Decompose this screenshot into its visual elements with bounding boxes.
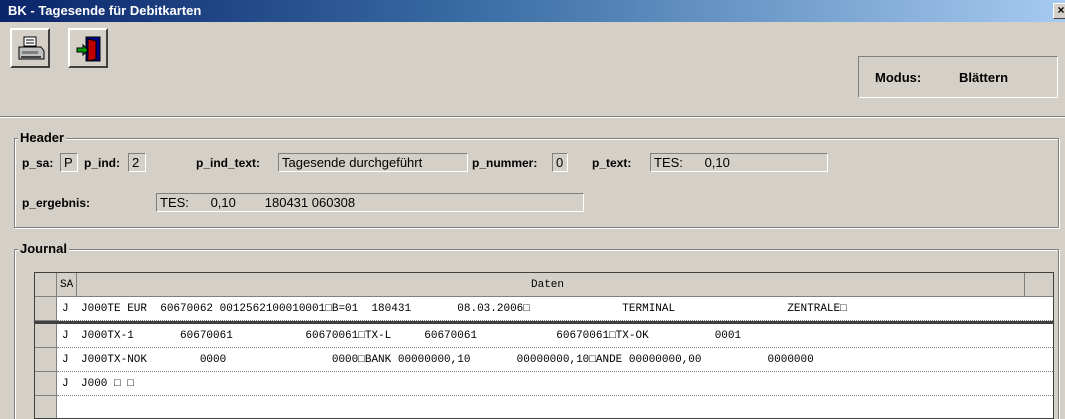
p-nummer-field[interactable]: 0: [552, 153, 568, 172]
row-daten: J000 □ □: [81, 378, 134, 390]
p-ind-text-label: p_ind_text:: [196, 156, 261, 170]
table-row[interactable]: J J000 □ □: [57, 372, 1053, 396]
grid-corner: [35, 273, 57, 297]
modus-panel: Modus: Blättern: [858, 56, 1058, 98]
row-selector[interactable]: [35, 324, 57, 348]
p-ind-text-field[interactable]: Tagesende durchgeführt: [278, 153, 468, 172]
exit-button[interactable]: [68, 28, 108, 68]
p-sa-field[interactable]: P: [60, 153, 78, 172]
journal-grid[interactable]: SA Daten J J000TE EUR 60670062 001256210…: [34, 272, 1054, 419]
column-header-sa-label: SA: [60, 279, 74, 291]
row-sa: J: [62, 354, 69, 366]
window-title: BK - Tagesende für Debitkarten: [8, 3, 202, 18]
exit-door-icon: [76, 36, 101, 62]
row-selector[interactable]: [35, 348, 57, 372]
row-selector[interactable]: [35, 396, 57, 418]
modus-value: Blättern: [959, 70, 1009, 85]
toolbar-divider: [0, 116, 1065, 118]
p-text-field[interactable]: TES: 0,10: [650, 153, 828, 172]
header-group: [14, 138, 1059, 228]
p-ind-field[interactable]: 2: [128, 153, 146, 172]
table-row[interactable]: J J000TX-NOK 0000 0000□BANK 00000000,10 …: [57, 348, 1053, 372]
row-sa: J: [62, 330, 69, 342]
header-group-title: Header: [18, 130, 67, 145]
print-button[interactable]: [10, 28, 50, 68]
column-header-sa[interactable]: SA: [57, 273, 77, 297]
close-button[interactable]: ×: [1053, 3, 1065, 19]
row-sa: J: [62, 378, 69, 390]
p-ergebnis-label: p_ergebnis:: [22, 196, 91, 210]
table-row[interactable]: [57, 396, 1053, 418]
row-daten: J000TE EUR 60670062 0012562100010001□B=0…: [81, 303, 847, 315]
column-header-filler: [1025, 273, 1053, 297]
table-row[interactable]: J J000TE EUR 60670062 0012562100010001□B…: [57, 297, 1053, 321]
p-sa-label: p_sa:: [22, 156, 54, 170]
row-daten: J000TX-NOK 0000 0000□BANK 00000000,10 00…: [81, 354, 814, 366]
column-header-daten-label: Daten: [531, 279, 565, 291]
p-text-label: p_text:: [592, 156, 632, 170]
p-ergebnis-field[interactable]: TES: 0,10 180431 060308: [156, 193, 584, 212]
row-selector[interactable]: [35, 372, 57, 396]
p-ind-label: p_ind:: [84, 156, 120, 170]
journal-group-title: Journal: [18, 241, 69, 256]
column-header-daten[interactable]: Daten: [77, 273, 1025, 297]
row-sa: J: [62, 303, 69, 315]
row-selector[interactable]: [35, 297, 57, 321]
printer-icon: [18, 36, 45, 60]
window-title-bar: BK - Tagesende für Debitkarten ×: [0, 0, 1065, 22]
table-row[interactable]: J J000TX-1 60670061 60670061□TX-L 606700…: [57, 324, 1053, 348]
p-nummer-label: p_nummer:: [472, 156, 538, 170]
modus-label: Modus:: [875, 70, 922, 85]
close-icon: ×: [1057, 3, 1065, 17]
row-daten: J000TX-1 60670061 60670061□TX-L 60670061…: [81, 330, 742, 342]
